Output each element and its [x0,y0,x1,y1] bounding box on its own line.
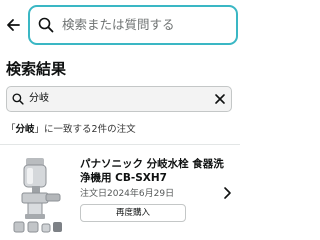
results-summary: 「分岐」に一致する2件の注文 [6,124,136,136]
summary-text: 」に一致する2件の注文 [34,124,136,135]
order-search-field[interactable]: 分岐 [6,86,232,112]
page-title: 検索結果 [6,60,67,78]
search-placeholder: 検索または質問する [62,17,175,32]
search-input[interactable]: 検索または質問する [28,5,238,45]
search-icon [38,17,54,33]
divider [0,144,240,145]
summary-open-quote: 「 [6,124,16,135]
back-arrow-icon [7,19,20,31]
top-bar: 検索または質問する [0,0,240,50]
summary-keyword: 分岐 [15,124,35,135]
product-title[interactable]: パナソニック 分岐水栓 食器洗浄機用 CB-SXH7 [80,157,230,185]
chevron-right-icon[interactable] [222,186,232,200]
order-date: 注文日2024年6月29日 [80,189,175,199]
close-icon[interactable] [213,92,227,106]
order-list-item[interactable]: パナソニック 分岐水栓 食器洗浄機用 CB-SXH7 注文日2024年6月29日… [0,146,240,240]
search-icon [12,93,24,105]
product-image [13,158,62,233]
buy-again-button[interactable]: 再度購入 [80,204,186,222]
order-search-value: 分岐 [29,93,49,104]
back-button[interactable] [0,12,26,38]
